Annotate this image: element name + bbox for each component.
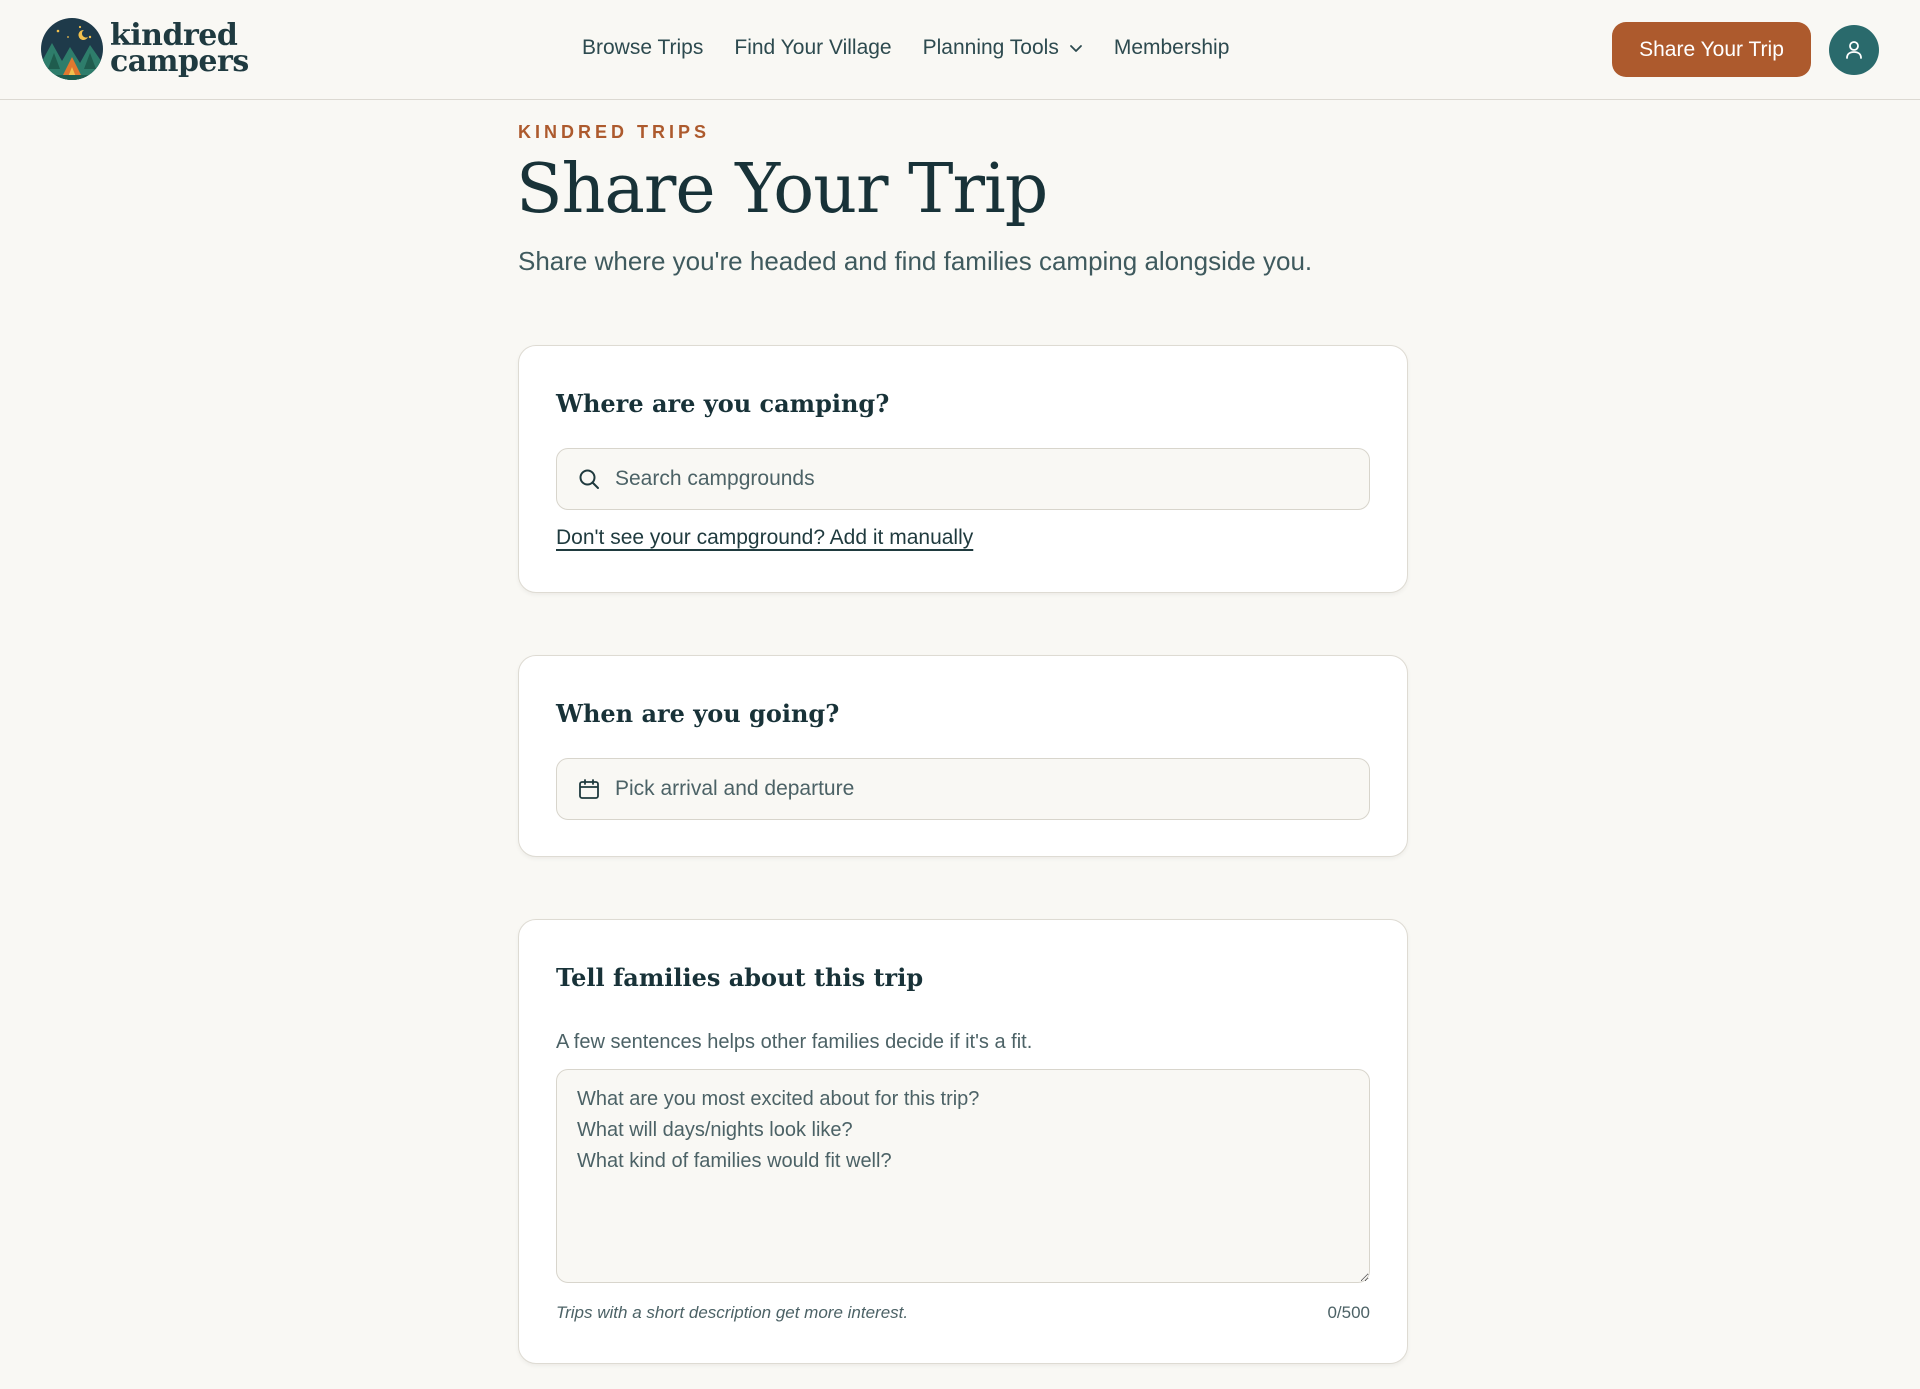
character-counter: 0/500 bbox=[1327, 1303, 1370, 1322]
nav-browse-trips[interactable]: Browse Trips bbox=[582, 36, 703, 60]
date-range-picker[interactable]: Pick arrival and departure bbox=[556, 758, 1370, 820]
add-campground-manually-link[interactable]: Don't see your campground? Add it manual… bbox=[556, 526, 973, 550]
nav-planning-tools[interactable]: Planning Tools bbox=[923, 36, 1083, 60]
calendar-icon bbox=[579, 779, 599, 799]
nav-find-your-village-label: Find Your Village bbox=[734, 36, 892, 59]
description-help-text: A few sentences helps other families dec… bbox=[556, 1031, 1033, 1053]
nav-browse-trips-label: Browse Trips bbox=[582, 36, 704, 59]
chevron-down-icon bbox=[1069, 45, 1082, 52]
location-card: Where are you camping? Search campground… bbox=[518, 345, 1408, 593]
nav-planning-tools-label: Planning Tools bbox=[922, 36, 1059, 59]
description-note: Trips with a short description get more … bbox=[556, 1303, 909, 1322]
dates-card: When are you going? Pick arrival and dep… bbox=[518, 655, 1408, 857]
description-card: Tell families about this trip A few sent… bbox=[518, 919, 1408, 1364]
campsite-badge-icon bbox=[41, 18, 103, 80]
location-heading: Where are you camping? bbox=[556, 389, 890, 418]
page-eyebrow: KINDRED TRIPS bbox=[518, 122, 711, 142]
campground-search-input[interactable]: Search campgrounds bbox=[556, 448, 1370, 510]
logo[interactable]: kindred campers bbox=[40, 17, 249, 81]
nav-membership-label: Membership bbox=[1113, 36, 1230, 59]
user-avatar-button[interactable] bbox=[1829, 25, 1879, 75]
search-icon bbox=[579, 469, 599, 489]
main-nav: Browse Trips Find Your Village Planning … bbox=[582, 36, 1229, 60]
dates-heading: When are you going? bbox=[556, 699, 840, 728]
user-icon bbox=[1846, 41, 1862, 59]
nav-membership[interactable]: Membership bbox=[1114, 36, 1230, 60]
date-range-placeholder: Pick arrival and departure bbox=[615, 777, 855, 800]
page-subtitle: Share where you're headed and find famil… bbox=[518, 246, 1313, 276]
description-heading: Tell families about this trip bbox=[556, 963, 924, 992]
logo-line-2: campers bbox=[110, 44, 249, 79]
nav-find-your-village[interactable]: Find Your Village bbox=[734, 36, 891, 60]
campground-search-placeholder: Search campgrounds bbox=[615, 467, 815, 490]
logo-wordmark: kindred campers bbox=[110, 21, 249, 79]
top-navbar: kindred campers Browse Trips Find Your V… bbox=[0, 0, 1920, 100]
share-your-trip-button[interactable]: Share Your Trip bbox=[1612, 22, 1811, 77]
page-title: Share Your Trip bbox=[516, 150, 1048, 229]
trip-description-textarea[interactable] bbox=[556, 1069, 1370, 1283]
